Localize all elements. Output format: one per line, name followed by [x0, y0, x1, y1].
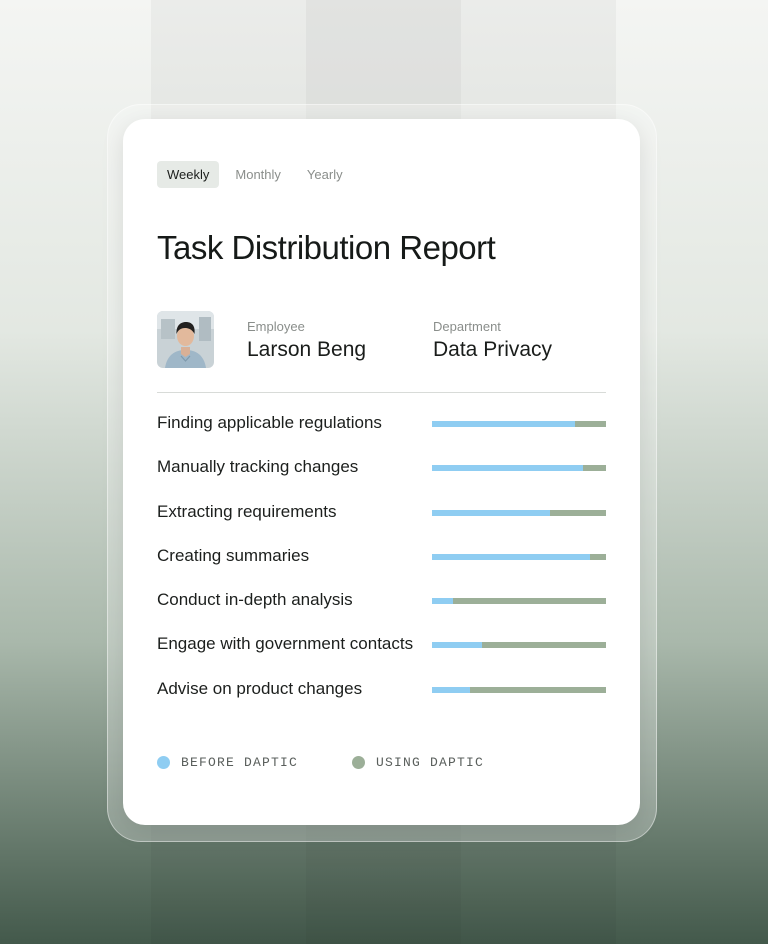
- bar-segment-using: [452, 598, 606, 605]
- report-card: Weekly Monthly Yearly Task Distribution …: [123, 119, 640, 825]
- bar-segment-using: [470, 686, 606, 693]
- bar-segment-using: [574, 421, 606, 427]
- bar-segment-using: [550, 509, 606, 516]
- task-row: Extracting requirements: [157, 498, 606, 542]
- employee-info: Employee Larson Beng: [247, 319, 366, 362]
- bar-segment-before: [432, 686, 471, 693]
- tab-weekly[interactable]: Weekly: [157, 161, 220, 188]
- task-row: Creating summaries: [157, 542, 606, 586]
- task-label: Engage with government contacts: [157, 634, 414, 654]
- bar-segment-before: [432, 509, 551, 516]
- task-chart: Finding applicable regulations Manually …: [157, 409, 606, 719]
- task-bar: [432, 509, 606, 516]
- divider: [157, 392, 606, 393]
- task-label: Manually tracking changes: [157, 457, 359, 477]
- task-label: Extracting requirements: [157, 501, 337, 521]
- bar-segment-before: [432, 642, 483, 649]
- tab-yearly[interactable]: Yearly: [297, 161, 353, 188]
- task-row: Engage with government contacts: [157, 630, 606, 674]
- legend-label-before: BEFORE DAPTIC: [181, 755, 299, 770]
- page-title: Task Distribution Report: [157, 229, 496, 266]
- task-label: Advise on product changes: [157, 678, 363, 698]
- task-label: Conduct in-depth analysis: [157, 590, 353, 610]
- person-avatar-icon: [157, 311, 214, 368]
- task-bar: [432, 465, 606, 472]
- task-bar: [432, 598, 606, 605]
- legend-dot-before: [157, 756, 170, 769]
- avatar: [157, 311, 214, 368]
- bar-segment-using: [590, 553, 606, 560]
- bar-segment-before: [432, 598, 453, 605]
- task-row: Manually tracking changes: [157, 453, 606, 497]
- department-name: Data Privacy: [433, 338, 553, 361]
- task-bar: [432, 553, 606, 560]
- bar-segment-before: [432, 465, 584, 472]
- department-info: Department Data Privacy: [433, 319, 552, 362]
- task-row: Conduct in-depth analysis: [157, 586, 606, 630]
- bar-segment-using: [482, 642, 606, 649]
- task-bar: [432, 642, 606, 649]
- legend-item-using: USING DAPTIC: [352, 755, 484, 770]
- department-label: Department: [433, 319, 501, 334]
- tab-monthly[interactable]: Monthly: [225, 161, 291, 188]
- bar-segment-using: [583, 465, 606, 472]
- task-row: Advise on product changes: [157, 675, 606, 719]
- employee-label: Employee: [247, 319, 305, 334]
- employee-name: Larson Beng: [247, 338, 367, 361]
- bar-segment-before: [432, 421, 575, 427]
- task-bar: [432, 686, 606, 693]
- task-row: Finding applicable regulations: [157, 409, 606, 453]
- legend-item-before: BEFORE DAPTIC: [157, 755, 298, 770]
- task-label: Creating summaries: [157, 545, 310, 565]
- legend-dot-using: [352, 756, 366, 769]
- task-bar: [432, 421, 606, 427]
- bar-segment-before: [432, 553, 591, 560]
- chart-legend: BEFORE DAPTIC USING DAPTIC: [157, 755, 538, 770]
- period-tabs: Weekly Monthly Yearly: [157, 161, 353, 188]
- task-label: Finding applicable regulations: [157, 413, 382, 432]
- legend-label-using: USING DAPTIC: [376, 755, 485, 770]
